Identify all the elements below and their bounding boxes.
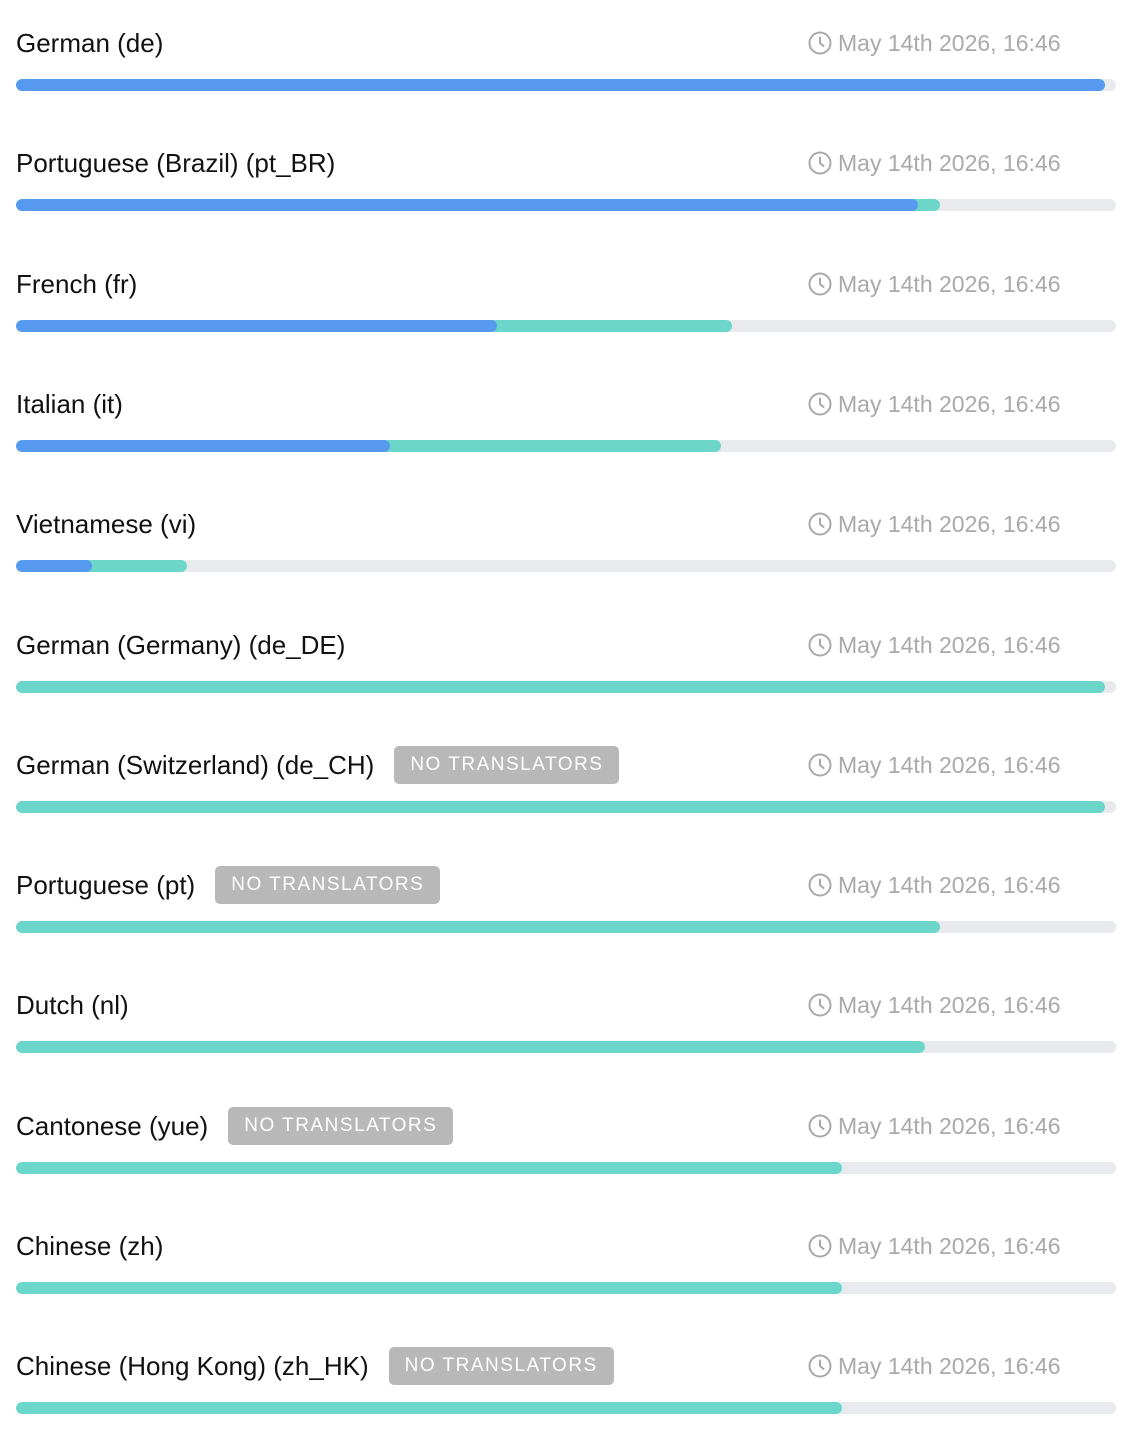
progress-approved-fill — [16, 320, 497, 332]
clock-icon — [808, 1114, 832, 1138]
last-updated: May 14th 2026, 16:46 — [808, 143, 1061, 183]
progress-bar — [16, 1402, 1116, 1414]
clock-icon — [808, 31, 832, 55]
last-updated-text: May 14th 2026, 16:46 — [838, 390, 1061, 417]
last-updated-text: May 14th 2026, 16:46 — [838, 510, 1061, 537]
language-row[interactable]: Chinese (Hong Kong) (zh_HK) NO TRANSLATO… — [0, 1346, 1134, 1456]
progress-translated-fill — [16, 1282, 843, 1294]
clock-icon — [808, 151, 832, 175]
language-name[interactable]: German (de) — [16, 23, 163, 63]
clock-icon — [808, 1234, 832, 1258]
clock-icon — [808, 392, 832, 416]
progress-bar — [16, 921, 1116, 933]
clock-icon — [808, 753, 832, 777]
last-updated-text: May 14th 2026, 16:46 — [838, 1232, 1061, 1259]
progress-approved-fill — [16, 560, 92, 572]
progress-bar — [16, 801, 1116, 813]
progress-approved-fill — [16, 79, 1105, 91]
progress-approved-fill — [16, 199, 918, 211]
language-row[interactable]: Italian (it) May 14th 2026, 16:46 — [0, 384, 1134, 494]
clock-icon — [808, 272, 832, 296]
language-row[interactable]: Dutch (nl) May 14th 2026, 16:46 — [0, 985, 1134, 1095]
progress-bar — [16, 79, 1116, 91]
progress-approved-fill — [16, 440, 390, 452]
progress-translated-fill — [16, 1162, 843, 1174]
last-updated: May 14th 2026, 16:46 — [808, 625, 1061, 665]
last-updated: May 14th 2026, 16:46 — [808, 865, 1061, 905]
progress-translated-fill — [16, 921, 940, 933]
progress-bar — [16, 681, 1116, 693]
progress-translated-fill — [16, 681, 1105, 693]
last-updated: May 14th 2026, 16:46 — [808, 985, 1061, 1025]
last-updated-text: May 14th 2026, 16:46 — [838, 270, 1061, 297]
language-row[interactable]: Vietnamese (vi) May 14th 2026, 16:46 — [0, 504, 1134, 614]
last-updated: May 14th 2026, 16:46 — [808, 384, 1061, 424]
language-name[interactable]: Cantonese (yue) — [16, 1106, 208, 1146]
progress-bar — [16, 440, 1116, 452]
language-row[interactable]: German (Germany) (de_DE) May 14th 2026, … — [0, 625, 1134, 735]
last-updated: May 14th 2026, 16:46 — [808, 264, 1061, 304]
language-name[interactable]: German (Switzerland) (de_CH) — [16, 745, 374, 785]
language-name[interactable]: Portuguese (pt) — [16, 865, 195, 905]
progress-bar — [16, 199, 1116, 211]
last-updated-text: May 14th 2026, 16:46 — [838, 631, 1061, 658]
clock-icon — [808, 633, 832, 657]
last-updated-text: May 14th 2026, 16:46 — [838, 751, 1061, 778]
language-row[interactable]: German (Switzerland) (de_CH) NO TRANSLAT… — [0, 745, 1134, 855]
clock-icon — [808, 993, 832, 1017]
no-translators-badge: NO TRANSLATORS — [215, 866, 441, 904]
language-name[interactable]: Dutch (nl) — [16, 985, 129, 1025]
language-name[interactable]: German (Germany) (de_DE) — [16, 625, 345, 665]
progress-bar — [16, 320, 1116, 332]
last-updated-text: May 14th 2026, 16:46 — [838, 29, 1061, 56]
progress-bar — [16, 560, 1116, 572]
language-name[interactable]: Portuguese (Brazil) (pt_BR) — [16, 143, 335, 183]
last-updated-text: May 14th 2026, 16:46 — [838, 991, 1061, 1018]
last-updated: May 14th 2026, 16:46 — [808, 1226, 1061, 1266]
progress-translated-fill — [16, 801, 1105, 813]
language-name[interactable]: Chinese (zh) — [16, 1226, 163, 1266]
last-updated-text: May 14th 2026, 16:46 — [838, 1352, 1061, 1379]
language-row[interactable]: Chinese (zh) May 14th 2026, 16:46 — [0, 1226, 1134, 1336]
progress-translated-fill — [16, 1041, 925, 1053]
language-row[interactable]: Cantonese (yue) NO TRANSLATORS May 14th … — [0, 1106, 1134, 1216]
language-row[interactable]: Portuguese (pt) NO TRANSLATORS May 14th … — [0, 865, 1134, 975]
last-updated: May 14th 2026, 16:46 — [808, 23, 1061, 63]
last-updated: May 14th 2026, 16:46 — [808, 504, 1061, 544]
no-translators-badge: NO TRANSLATORS — [394, 746, 620, 784]
language-row[interactable]: French (fr) May 14th 2026, 16:46 — [0, 264, 1134, 374]
clock-icon — [808, 873, 832, 897]
language-row[interactable]: German (de) May 14th 2026, 16:46 — [0, 23, 1134, 133]
language-row[interactable]: Portuguese (Brazil) (pt_BR) May 14th 202… — [0, 143, 1134, 253]
progress-bar — [16, 1282, 1116, 1294]
progress-translated-fill — [16, 1402, 843, 1414]
last-updated-text: May 14th 2026, 16:46 — [838, 149, 1061, 176]
clock-icon — [808, 512, 832, 536]
progress-bar — [16, 1041, 1116, 1053]
no-translators-badge: NO TRANSLATORS — [228, 1107, 454, 1145]
no-translators-badge: NO TRANSLATORS — [388, 1347, 614, 1385]
progress-bar — [16, 1162, 1116, 1174]
last-updated: May 14th 2026, 16:46 — [808, 745, 1061, 785]
last-updated: May 14th 2026, 16:46 — [808, 1346, 1061, 1386]
clock-icon — [808, 1354, 832, 1378]
last-updated-text: May 14th 2026, 16:46 — [838, 871, 1061, 898]
language-name[interactable]: Vietnamese (vi) — [16, 504, 196, 544]
language-name[interactable]: French (fr) — [16, 264, 137, 304]
last-updated: May 14th 2026, 16:46 — [808, 1106, 1061, 1146]
language-name[interactable]: Chinese (Hong Kong) (zh_HK) — [16, 1346, 369, 1386]
language-name[interactable]: Italian (it) — [16, 384, 123, 424]
last-updated-text: May 14th 2026, 16:46 — [838, 1112, 1061, 1139]
